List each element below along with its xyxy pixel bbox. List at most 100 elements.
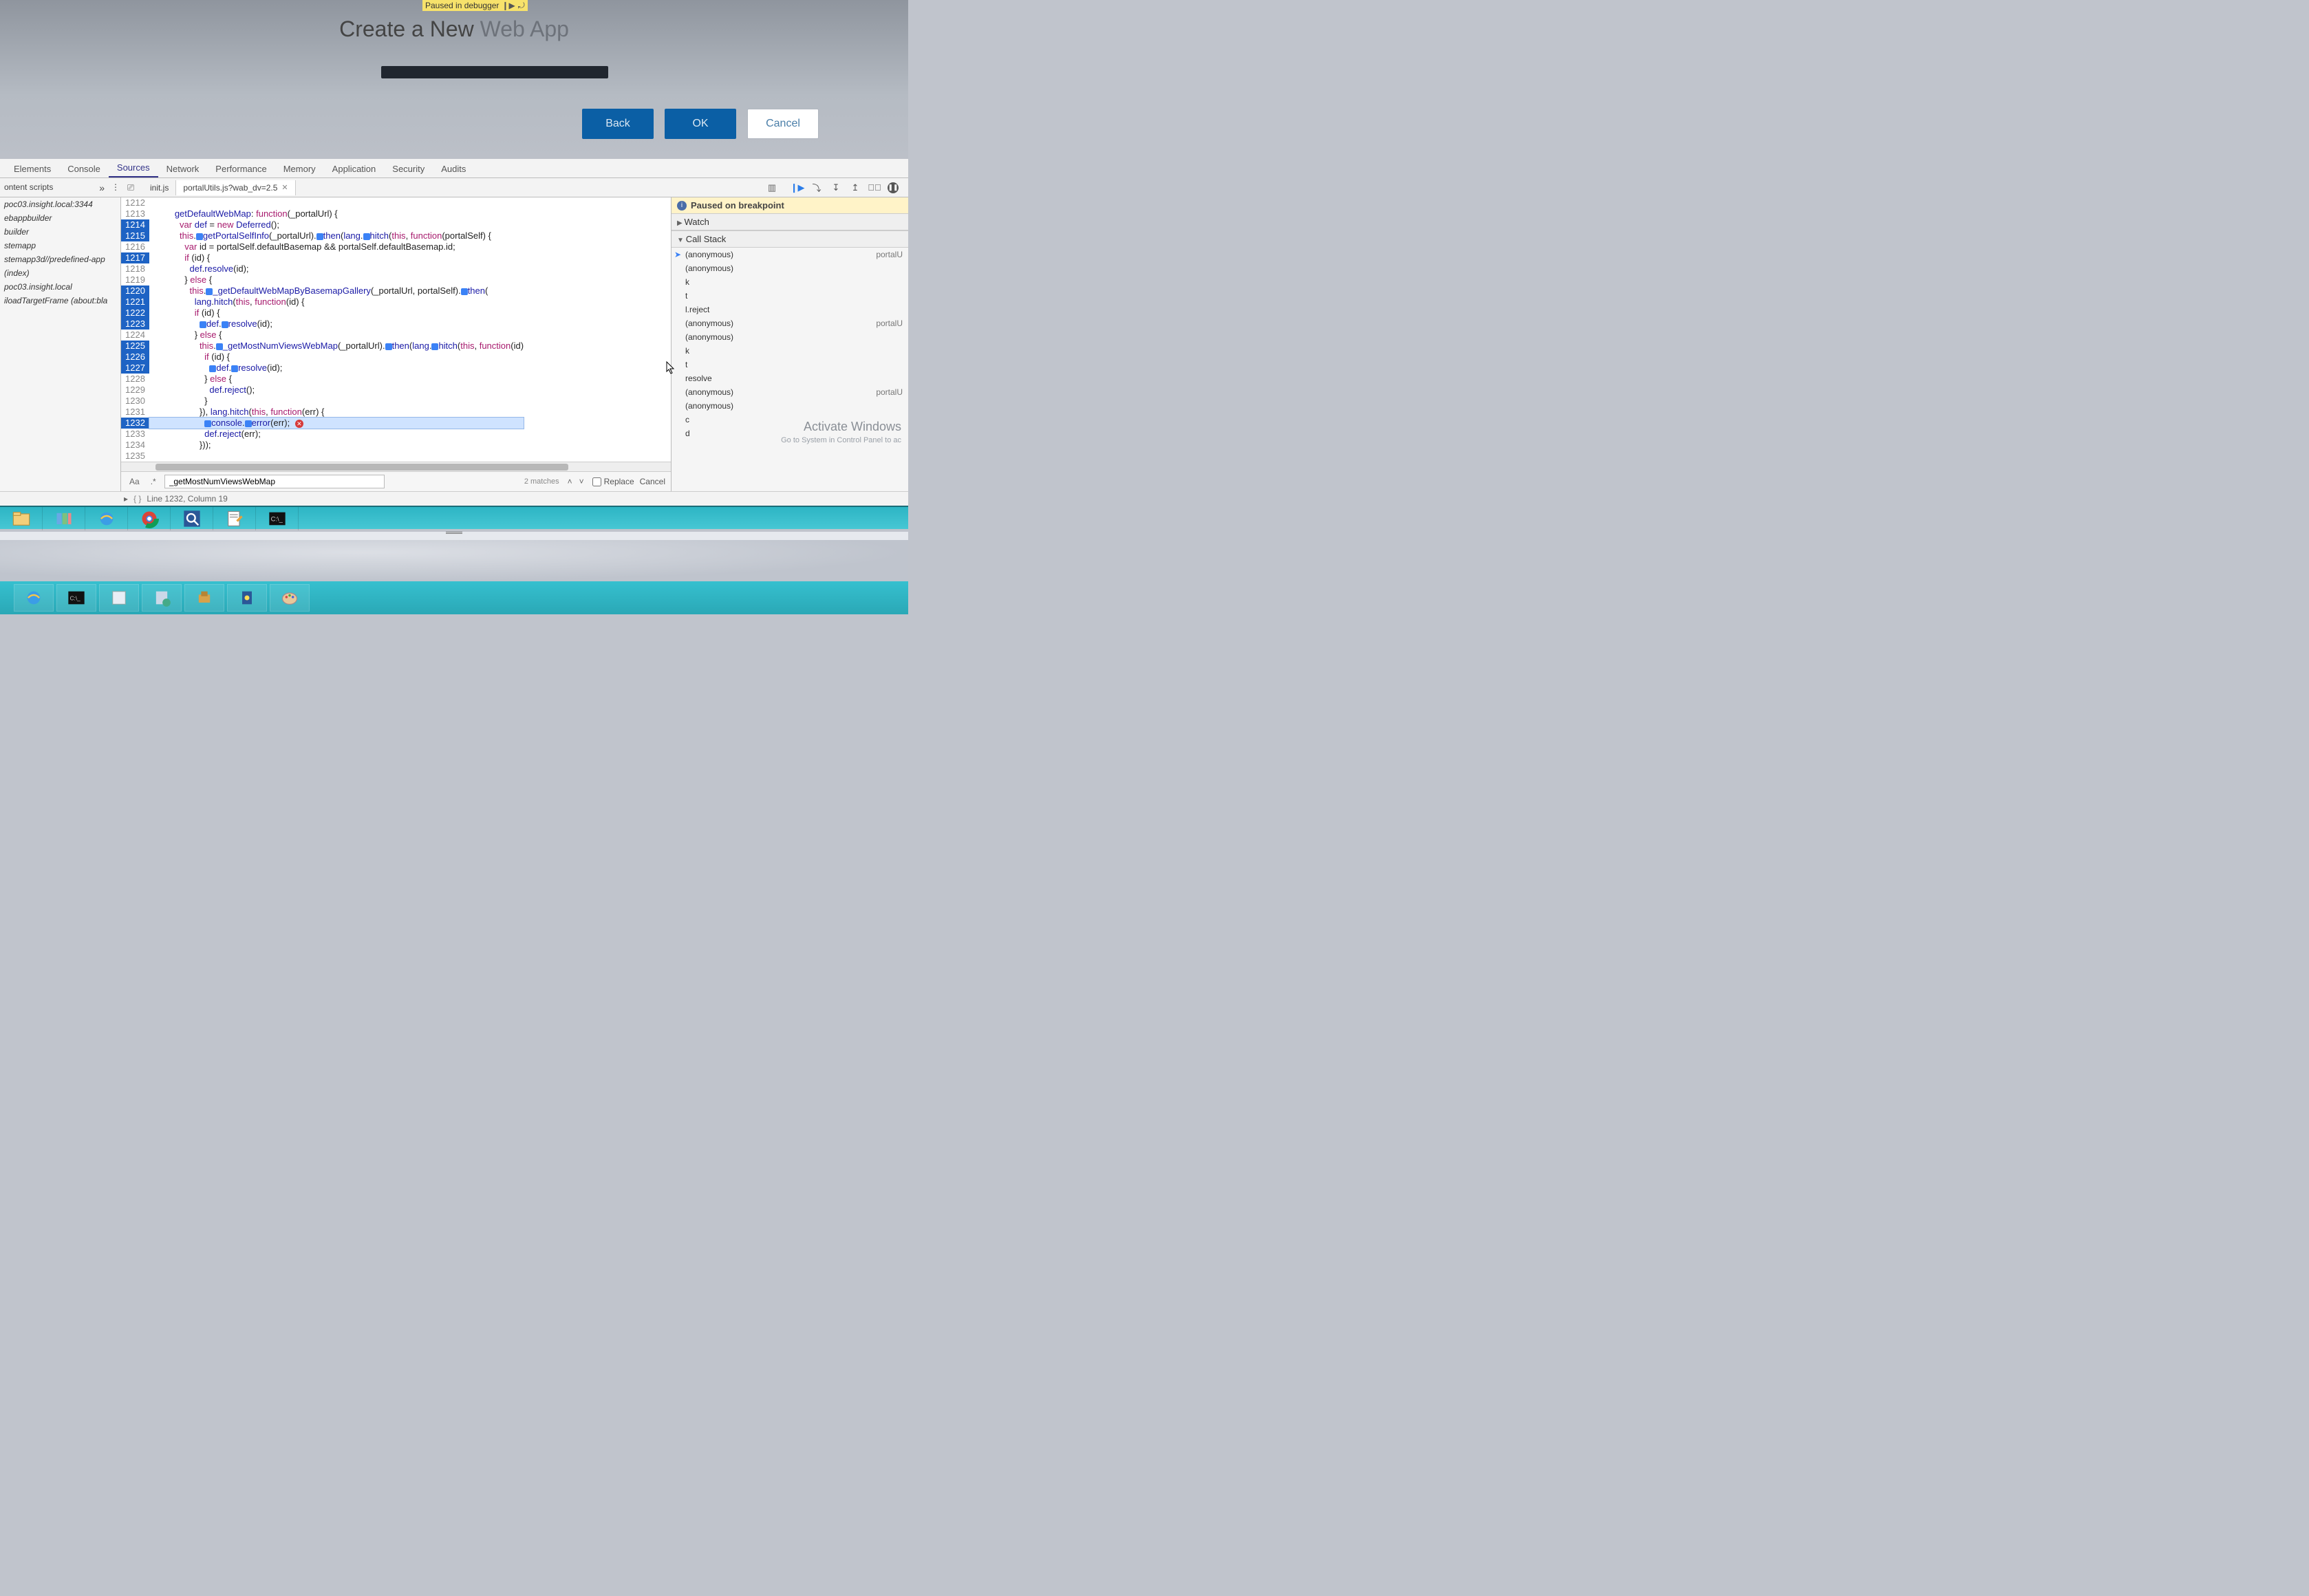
code-line[interactable]: console.error(err); ✕ [149,418,524,429]
code-line[interactable] [149,451,524,462]
callstack-frame[interactable]: l.reject [672,303,908,316]
nav-item[interactable]: iloadTargetFrame (about:bla [0,294,120,308]
code-line[interactable]: if (id) { [149,308,524,319]
callstack-frame[interactable]: (anonymous)portalU [672,385,908,399]
step-out-icon[interactable]: ↥ [849,182,861,194]
expand-icon[interactable]: ▸ [124,494,128,504]
file-tab-initjs[interactable]: init.js [143,180,176,195]
code-line[interactable]: def.reject(); [149,385,524,396]
nav-item[interactable]: poc03.insight.local [0,280,120,294]
tab-console[interactable]: Console [59,160,109,177]
nav-item[interactable]: builder [0,225,120,239]
callstack-frame[interactable]: k [672,275,908,289]
line-number[interactable]: 1225 [121,341,149,352]
taskbar-cmd-icon[interactable]: C:\_ [56,584,96,612]
code-line[interactable]: } [149,396,524,407]
match-case-toggle[interactable]: Aa [127,475,142,488]
ok-button[interactable]: OK [665,109,736,139]
line-number[interactable]: 1224 [125,330,145,341]
code-line[interactable]: if (id) { [149,352,524,363]
code-line[interactable]: } else { [149,274,524,285]
regex-toggle[interactable]: .* [148,475,159,488]
ie-icon[interactable] [85,507,128,530]
resume-script-icon[interactable]: ❙▶ [791,182,804,194]
code-line[interactable]: this.getPortalSelfInfo(_portalUrl).then(… [149,230,524,241]
step-into-icon[interactable]: ↧ [830,182,842,194]
replace-toggle[interactable] [592,477,601,486]
callstack-frame[interactable]: k [672,344,908,358]
line-number[interactable]: 1223 [121,319,149,330]
nav-item[interactable]: ebappbuilder [0,211,120,225]
code-line[interactable]: })); [149,440,524,451]
taskbar-paint-icon[interactable] [270,584,310,612]
tab-performance[interactable]: Performance [207,160,275,177]
chevron-right-icon[interactable]: » [99,182,105,193]
callstack-frame[interactable]: (anonymous) [672,399,908,413]
callstack-frame[interactable]: (anonymous) [672,261,908,275]
taskbar-app2-icon[interactable] [142,584,182,612]
nav-item[interactable]: poc03.insight.local:3344 [0,197,120,211]
callstack-frame[interactable]: (anonymous) [672,330,908,344]
callstack-frame[interactable]: (anonymous)portalU [672,316,908,330]
line-number[interactable]: 1233 [125,429,145,440]
line-number[interactable]: 1217 [121,252,149,263]
callstack-frame[interactable]: t [672,289,908,303]
code-line[interactable]: def.resolve(id); [149,319,524,330]
toggle-sidebar-icon[interactable]: ▥ [764,180,780,196]
line-number[interactable]: 1231 [125,407,145,418]
line-number[interactable]: 1229 [125,385,145,396]
line-number[interactable]: 1228 [125,374,145,385]
code-line[interactable]: lang.hitch(this, function(id) { [149,296,524,308]
code-line[interactable]: } else { [149,330,524,341]
nav-item[interactable]: stemapp3d//predefined-app [0,252,120,266]
tab-elements[interactable]: Elements [6,160,59,177]
line-number[interactable]: 1212 [125,197,145,208]
line-number[interactable]: 1227 [121,363,149,374]
file-tab-portalutils[interactable]: portalUtils.js?wab_dv=2.5 ✕ [176,180,295,195]
next-match-icon[interactable]: ˅ [577,475,587,488]
line-number[interactable]: 1234 [125,440,145,451]
code-line[interactable]: this._getMostNumViewsWebMap(_portalUrl).… [149,341,524,352]
resume-icon[interactable]: ❙▶ [502,0,515,11]
pause-on-exceptions-icon[interactable]: ❚❚ [888,182,899,193]
tab-audits[interactable]: Audits [433,160,474,177]
prev-match-icon[interactable]: ˄ [565,475,575,488]
line-number[interactable]: 1219 [125,274,145,285]
line-number[interactable]: 1220 [121,285,149,296]
line-number[interactable]: 1216 [125,241,145,252]
kebab-icon[interactable]: ⋮ [111,182,120,193]
notepad-icon[interactable] [213,507,256,530]
line-number[interactable]: 1232 [121,418,149,429]
cmd-icon[interactable]: C:\_ [256,507,299,530]
line-number[interactable]: 1235 [125,451,145,462]
tab-application[interactable]: Application [324,160,385,177]
code-line[interactable]: var def = new Deferred(); [149,219,524,230]
find-cancel-button[interactable]: Cancel [640,477,665,486]
line-number[interactable]: 1214 [121,219,149,230]
taskbar-app1-icon[interactable] [99,584,139,612]
line-number[interactable]: 1215 [121,230,149,241]
chrome-icon[interactable] [128,507,171,530]
tab-network[interactable]: Network [158,160,208,177]
line-number[interactable]: 1226 [121,352,149,363]
code-line[interactable] [149,197,524,208]
line-number[interactable]: 1222 [121,308,149,319]
code-lines[interactable]: getDefaultWebMap: function(_portalUrl) {… [149,197,524,462]
taskbar-app4-icon[interactable] [227,584,267,612]
code-line[interactable]: var id = portalSelf.defaultBasemap && po… [149,241,524,252]
scroll-thumb[interactable] [155,464,568,471]
code-line[interactable]: def.resolve(id); [149,263,524,274]
gutter[interactable]: 1212121312141215121612171218121912201221… [121,197,149,462]
code-line[interactable]: this._getDefaultWebMapByBasemapGallery(_… [149,285,524,296]
tab-security[interactable]: Security [384,160,433,177]
code-line[interactable]: }), lang.hitch(this, function(err) { [149,407,524,418]
resize-grip[interactable] [446,532,462,534]
callstack-frame[interactable]: (anonymous)portalU [672,248,908,261]
code-line[interactable]: def.resolve(id); [149,363,524,374]
line-number[interactable]: 1230 [125,396,145,407]
code-line[interactable]: if (id) { [149,252,524,263]
toggle-navigator-icon[interactable]: ⎚ [122,180,139,196]
line-number[interactable]: 1218 [125,263,145,274]
libraries-icon[interactable] [43,507,85,530]
tab-memory[interactable]: Memory [275,160,324,177]
